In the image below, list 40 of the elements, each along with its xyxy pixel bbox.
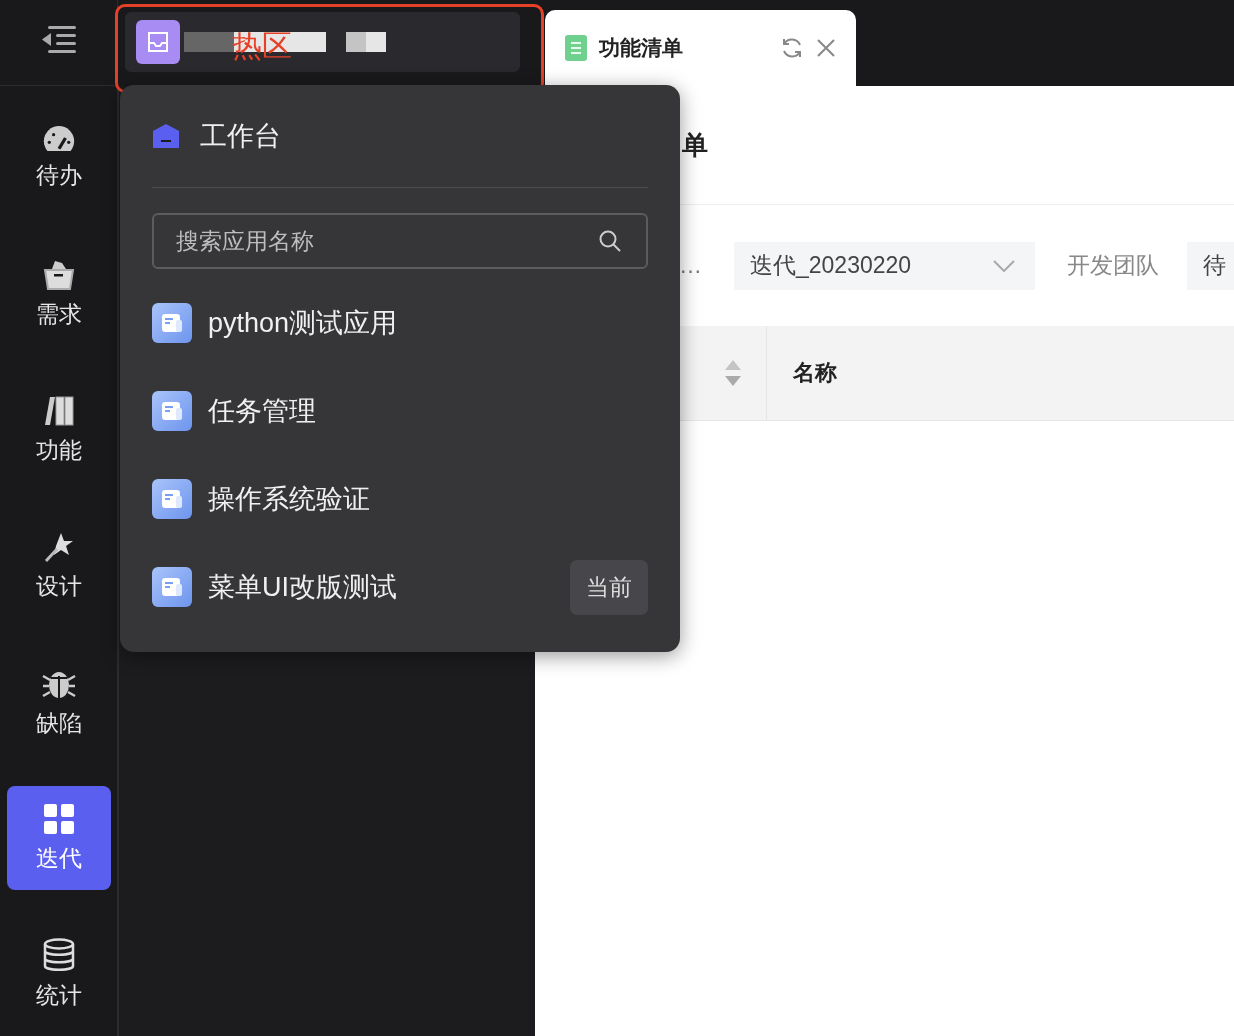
app-name[interactable]: 菜单UI改版测试 bbox=[208, 569, 554, 605]
column-header: 名称 bbox=[792, 359, 837, 387]
sidebar-item[interactable]: 设计 bbox=[6, 514, 111, 618]
basket-icon bbox=[41, 258, 76, 291]
app-icon[interactable] bbox=[152, 479, 192, 519]
gauge-icon bbox=[41, 125, 76, 152]
grid-icon bbox=[42, 802, 75, 835]
books-icon bbox=[42, 394, 75, 427]
iteration-dropdown[interactable]: 迭代_20230220 bbox=[734, 241, 1035, 290]
filter-label: … bbox=[679, 252, 703, 279]
collapse-menu-icon[interactable] bbox=[41, 25, 76, 54]
workspace-switcher[interactable] bbox=[125, 12, 520, 72]
app-icon[interactable] bbox=[152, 391, 192, 431]
inbox-icon bbox=[146, 31, 170, 53]
page-title: 单 bbox=[682, 128, 708, 162]
filter-label: 开发团队 bbox=[1067, 251, 1160, 280]
home-icon[interactable] bbox=[152, 123, 180, 149]
document-icon bbox=[565, 35, 587, 61]
sidebar-item[interactable]: 待办 bbox=[6, 106, 111, 210]
search-field[interactable]: 搜索应用名称 bbox=[152, 213, 648, 269]
chevron-down-icon bbox=[993, 259, 1015, 272]
filter-field[interactable]: 待 bbox=[1187, 241, 1234, 290]
app-name[interactable]: 操作系统验证 bbox=[208, 481, 648, 517]
app-name[interactable]: 任务管理 bbox=[208, 393, 648, 429]
sidebar-item[interactable]: 需求 bbox=[6, 242, 111, 346]
sidebar-item[interactable]: 功能 bbox=[6, 378, 111, 482]
workbench-link[interactable]: 工作台 bbox=[200, 118, 281, 154]
sidebar-item[interactable]: 缺陷 bbox=[6, 650, 111, 754]
sidebar-item[interactable]: 统计 bbox=[6, 922, 111, 1026]
tab-title: 功能清单 bbox=[599, 35, 684, 61]
sidebar-item[interactable]: 迭代 bbox=[6, 786, 111, 890]
tab[interactable]: 功能清单 bbox=[545, 10, 856, 86]
app-name[interactable]: python测试应用 bbox=[208, 305, 648, 341]
refresh-icon[interactable] bbox=[780, 36, 804, 60]
app-icon[interactable] bbox=[152, 303, 192, 343]
database-icon bbox=[41, 937, 76, 972]
app-icon[interactable] bbox=[152, 567, 192, 607]
search-icon bbox=[598, 229, 622, 253]
close-icon[interactable] bbox=[816, 38, 836, 58]
current-badge: 当前 bbox=[570, 559, 648, 615]
